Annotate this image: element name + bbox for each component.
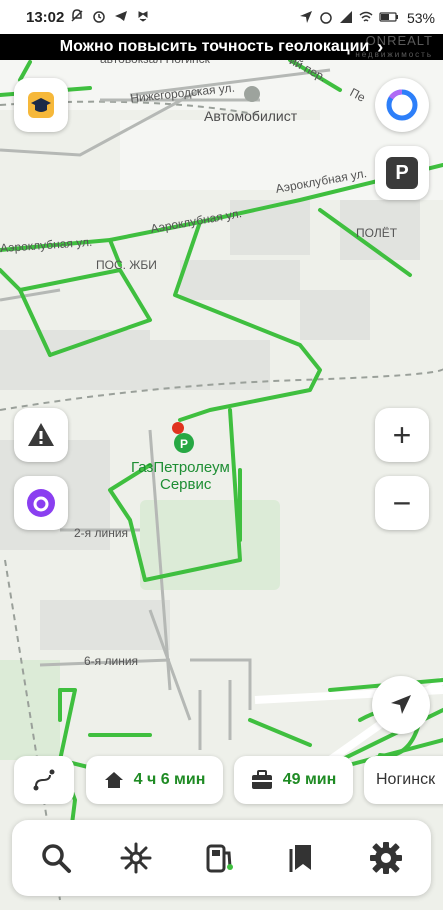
bookmarks-icon xyxy=(289,845,311,872)
poi-name-line1[interactable]: ГазПетролеум xyxy=(131,459,230,476)
route-squiggle-icon xyxy=(33,769,55,791)
alice-button[interactable] xyxy=(14,476,68,530)
location-arrow-icon xyxy=(299,10,313,24)
home-route-chip[interactable]: 4 ч 6 мин xyxy=(86,756,223,804)
noginsk-chip[interactable]: Ногинск xyxy=(364,756,443,804)
gas-station-pin-icon: P xyxy=(174,433,194,453)
banner-text: Можно повысить точность геолокации xyxy=(59,38,370,55)
navigation-arrow-icon xyxy=(391,695,411,714)
battery-icon xyxy=(379,10,398,24)
watermark: ONREALT недвижимость xyxy=(343,34,433,60)
dropbox-icon xyxy=(136,9,150,23)
search-button[interactable] xyxy=(36,838,76,878)
status-time: 13:02 xyxy=(26,9,65,26)
plus-icon: + xyxy=(392,416,412,453)
battery-percent: 53% xyxy=(406,10,435,26)
education-button[interactable] xyxy=(14,78,68,132)
poi-name-line2[interactable]: Сервис xyxy=(160,476,211,493)
minus-icon: − xyxy=(392,484,412,521)
svg-text:P: P xyxy=(180,437,188,451)
bottom-toolbar xyxy=(12,820,431,896)
fuel-button[interactable] xyxy=(200,838,240,878)
map-label-liniya-2: 2-я линия xyxy=(74,526,129,540)
sparkle-icon xyxy=(120,842,152,874)
parking-button[interactable]: P xyxy=(375,146,429,200)
telegram-icon xyxy=(114,9,128,23)
alice-icon xyxy=(27,489,55,517)
parking-icon: P xyxy=(386,157,418,189)
work-route-time: 49 мин xyxy=(282,771,337,788)
map-label-liniya-6: 6-я линия xyxy=(84,654,139,668)
briefcase-icon xyxy=(251,770,272,789)
watermark-sub: недвижимость xyxy=(355,50,433,59)
alice-ring-icon xyxy=(386,89,418,121)
zoom-in-button[interactable]: + xyxy=(375,408,429,462)
map-label-pos-zhbi: ПОС. ЖБИ xyxy=(96,258,157,272)
bookmarks-button[interactable] xyxy=(282,838,322,878)
discovery-button[interactable] xyxy=(116,838,156,878)
map-label-polet: ПОЛЁТ xyxy=(356,226,398,240)
status-bar: 13:02 53% xyxy=(0,0,443,34)
my-location-button[interactable] xyxy=(372,676,430,734)
notification-icons xyxy=(70,9,150,23)
zoom-out-button[interactable]: − xyxy=(375,476,429,530)
work-route-chip[interactable]: 49 мин xyxy=(234,756,353,804)
graduation-cap-icon xyxy=(28,92,54,118)
alarm-icon xyxy=(92,9,106,23)
settings-button[interactable] xyxy=(366,838,406,878)
alice-assistant-button-top[interactable] xyxy=(375,78,429,132)
system-icons xyxy=(299,10,398,24)
gas-pump-icon xyxy=(206,844,233,873)
wifi-icon xyxy=(359,10,373,24)
settings-icon xyxy=(370,842,402,874)
home-icon xyxy=(104,772,123,788)
map-label-avtomobilist: Автомобилист xyxy=(204,108,298,124)
home-route-time: 4 ч 6 мин xyxy=(133,771,206,788)
warning-triangle-icon xyxy=(28,423,54,446)
route-options-chip[interactable] xyxy=(14,756,74,804)
noginsk-label: Ногинск xyxy=(376,771,436,788)
road-events-button[interactable] xyxy=(14,408,68,462)
search-icon xyxy=(42,844,71,873)
signal-4g-icon xyxy=(339,10,353,24)
alarm-small-icon xyxy=(319,10,333,24)
dnd-icon xyxy=(70,9,84,23)
watermark-main: ONREALT xyxy=(365,33,433,48)
